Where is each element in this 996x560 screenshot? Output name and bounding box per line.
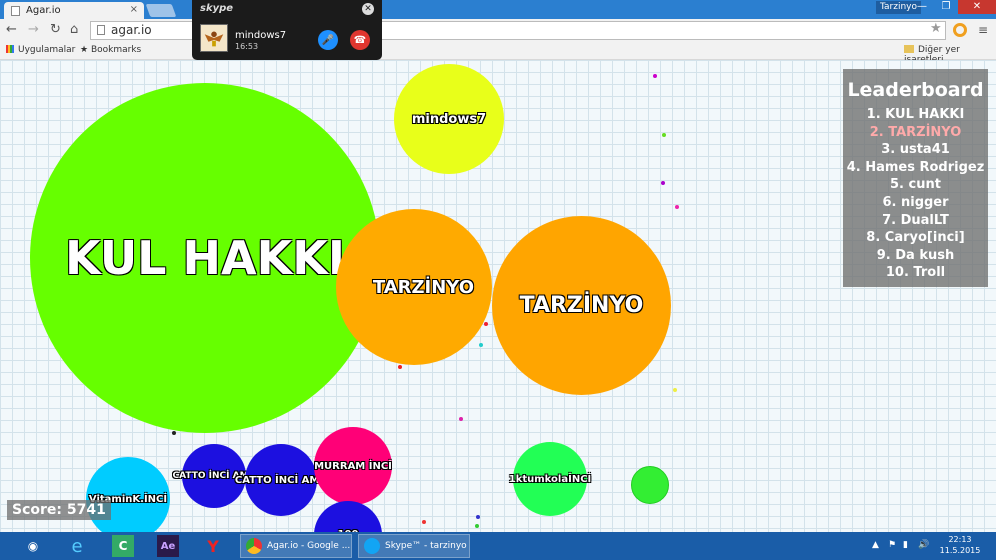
leaderboard-entry: 3. usta41 — [881, 142, 950, 158]
leaderboard-entry: 9. Da kush — [876, 247, 955, 263]
tab-title: Agar.io — [26, 5, 61, 16]
star-icon: ★ — [80, 45, 91, 55]
bookmark-star-icon[interactable]: ★ — [930, 21, 942, 36]
browser-tab-bar: Agar.io × Tarzinyo — ❐ ✕ — [0, 0, 996, 19]
taskbar-window-chrome[interactable]: Agar.io - Google ... — [240, 534, 352, 558]
food-pellet — [398, 365, 402, 369]
cell-name: KUL HAKKI — [64, 231, 346, 285]
taskbar-window-skype[interactable]: Skype™ - tarzinyo — [358, 534, 470, 558]
close-icon[interactable]: ✕ — [362, 3, 374, 15]
cell-name: CATTO İNCİ AMA — [234, 474, 328, 486]
page-icon — [11, 6, 20, 16]
caller-avatar — [200, 24, 228, 52]
player-cell-vitamink: VitaminK.İNCİ — [86, 457, 170, 532]
call-duration: 16:53 — [235, 42, 259, 51]
cell-name: TARZİNYO — [519, 293, 644, 318]
food-pellet — [662, 133, 666, 137]
food-pellet — [653, 74, 657, 78]
leaderboard-entry: 8. Caryo[inci] — [866, 230, 965, 246]
food-pellet — [476, 515, 480, 519]
food-pellet — [484, 322, 488, 326]
forward-icon[interactable]: → — [28, 22, 39, 37]
chrome-icon — [246, 538, 262, 554]
back-icon[interactable]: ← — [6, 22, 17, 37]
internet-explorer-icon[interactable]: e — [66, 535, 88, 557]
windows-taskbar: ◉ e C Ae Y Agar.io - Google ... Skype™ -… — [0, 532, 996, 560]
food-pellet — [475, 524, 479, 528]
food-pellet — [675, 205, 679, 209]
score-display: Score: 5741 — [7, 500, 111, 520]
food-pellet — [479, 343, 483, 347]
volume-icon[interactable]: 🔊 — [918, 540, 929, 550]
food-pellet — [459, 417, 463, 421]
player-cell-catto-2: CATTO İNCİ AMA — [235, 444, 327, 516]
reload-icon[interactable]: ↻ — [50, 22, 61, 37]
yandex-browser-icon[interactable]: Y — [202, 535, 224, 557]
clock-date: 11.5.2015 — [939, 546, 981, 555]
taskbar-window-label: Skype™ - tarzinyo — [385, 541, 467, 551]
menu-icon[interactable]: ≡ — [978, 23, 988, 37]
network-icon[interactable]: ▮ — [903, 540, 908, 550]
skype-call-popup: skype ✕ mindows7 16:53 🎤 ☎ — [192, 0, 382, 60]
tray-arrow-icon[interactable]: ▲ — [872, 540, 879, 550]
eagle-avatar-icon — [204, 31, 224, 47]
tab-agario[interactable]: Agar.io × — [4, 2, 144, 19]
game-canvas[interactable]: KUL HAKKI mindows7 TARZİNYO TARZİNYO Vit… — [0, 60, 996, 532]
caller-name: mindows7 — [235, 30, 287, 41]
leaderboard-entry: 6. nigger — [882, 194, 949, 210]
bookmarks-bar: Uygulamalar ★ Bookmarks Diğer yer işaret… — [0, 43, 996, 65]
food-pellet — [661, 181, 665, 185]
clock-time: 22:13 — [948, 535, 972, 544]
skype-icon — [364, 538, 380, 554]
skype-logo: skype — [200, 3, 234, 14]
leaderboard-entry-self: 2. TARZİNYO — [869, 124, 962, 140]
apps-label: Uygulamalar — [18, 45, 76, 55]
close-tab-icon[interactable]: × — [130, 4, 138, 15]
food-pellet — [172, 431, 176, 435]
player-cell-murram: MURRAM İNCİ — [314, 427, 392, 505]
player-cell-kul-hakki: KUL HAKKI — [30, 83, 380, 433]
minimize-icon[interactable]: — — [910, 0, 934, 14]
apps-bookmark[interactable]: Uygulamalar — [6, 45, 75, 55]
url-text: agar.io — [111, 23, 152, 37]
leaderboard-entry: 10. Troll — [885, 265, 946, 281]
player-cell-tarzinyo-left: TARZİNYO — [336, 209, 492, 365]
bookmarks-label: Bookmarks — [90, 45, 142, 55]
apps-icon — [6, 45, 14, 53]
bookmarks-bookmark[interactable]: ★ Bookmarks — [80, 45, 141, 55]
leaderboard-entry: 1. KUL HAKKI — [866, 107, 965, 122]
browser-toolbar: ← → ↻ ⌂ agar.io ★ ≡ — [0, 19, 996, 43]
cell-name: 1ktumkolaİNCİ — [508, 473, 592, 485]
hang-up-button[interactable]: ☎ — [350, 30, 370, 50]
player-cell-mindows7: mindows7 — [394, 64, 504, 174]
food-pellet — [422, 520, 426, 524]
virus-cell — [631, 466, 669, 504]
microphone-button[interactable]: 🎤 — [318, 30, 338, 50]
folder-icon — [904, 45, 914, 53]
leaderboard: Leaderboard 1. KUL HAKKI 2. TARZİNYO 3. … — [843, 69, 988, 287]
start-orb-icon[interactable]: ◉ — [22, 535, 44, 557]
home-icon[interactable]: ⌂ — [70, 22, 78, 37]
close-window-icon[interactable]: ✕ — [958, 0, 996, 14]
system-clock[interactable]: 22:13 11.5.2015 — [935, 534, 985, 556]
leaderboard-title: Leaderboard — [847, 79, 984, 101]
after-effects-icon[interactable]: Ae — [157, 535, 179, 557]
flag-icon[interactable]: ⚑ — [888, 540, 896, 550]
page-icon — [97, 25, 105, 35]
player-cell-tarzinyo-right: TARZİNYO — [492, 216, 671, 395]
maximize-icon[interactable]: ❐ — [934, 0, 958, 14]
camtasia-icon[interactable]: C — [112, 535, 134, 557]
player-cell-bottom: 100 — [314, 501, 382, 532]
taskbar-window-label: Agar.io - Google ... — [267, 541, 351, 551]
leaderboard-entry: 4. Hames Rodrigez — [846, 159, 985, 175]
cell-name: MURRAM İNCİ — [314, 460, 392, 472]
player-cell-1ktumkola: 1ktumkolaİNCİ — [509, 442, 591, 516]
new-tab-button[interactable] — [145, 4, 177, 17]
extension-icon[interactable] — [953, 23, 967, 37]
leaderboard-entry: 5. cunt — [890, 177, 941, 193]
cell-name: mindows7 — [411, 111, 487, 127]
cell-name: TARZİNYO — [372, 276, 474, 298]
food-pellet — [673, 388, 677, 392]
leaderboard-entry: 7. DualLT — [882, 212, 949, 228]
